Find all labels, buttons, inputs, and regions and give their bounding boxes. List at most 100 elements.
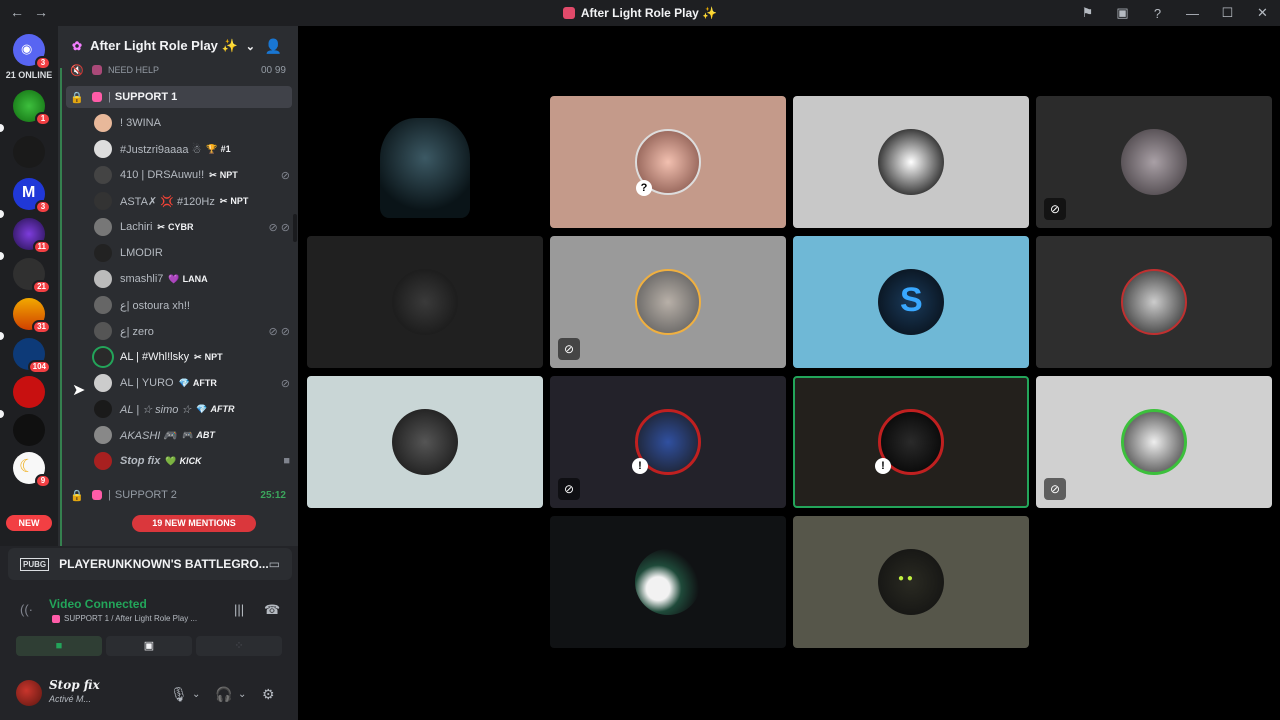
video-tile[interactable] bbox=[307, 376, 543, 508]
camera-button[interactable]: ■ bbox=[16, 636, 102, 656]
flag-icon[interactable]: ⚑ bbox=[1070, 5, 1105, 21]
video-tile-speaking[interactable]: ! bbox=[793, 376, 1029, 508]
noise-suppression-icon[interactable]: ||| bbox=[234, 602, 244, 617]
minimize-icon[interactable]: — bbox=[1175, 6, 1210, 21]
role-tag: 💚 KICK bbox=[165, 455, 202, 467]
forward-arrow-icon[interactable]: → bbox=[34, 4, 48, 20]
voice-user[interactable]: ASTA✗ 💢 #120Hz ✂ NPT bbox=[94, 189, 290, 213]
headphones-icon[interactable]: 🎧 bbox=[215, 686, 232, 703]
avatar bbox=[94, 270, 112, 288]
microphone-icon[interactable]: 🎙 bbox=[170, 686, 188, 703]
video-tile[interactable] bbox=[550, 516, 786, 648]
voice-user[interactable]: ! 3WINA bbox=[94, 111, 290, 135]
screen-share-button[interactable]: ▣ bbox=[106, 636, 192, 656]
help-icon[interactable]: ? bbox=[1140, 6, 1175, 21]
video-tile[interactable]: ● ● bbox=[793, 516, 1029, 648]
voice-user[interactable]: 410 | DRSAuwu!! ✂ NPT ⊘ bbox=[94, 163, 290, 187]
avatar bbox=[635, 549, 701, 615]
screen-share-icon: ▣ bbox=[143, 640, 155, 652]
video-tile[interactable]: ⊘ bbox=[550, 236, 786, 368]
voice-user[interactable]: #Justzri9aaaa ☃ 🏆 #1 bbox=[94, 137, 290, 161]
signal-icon: ((· bbox=[20, 602, 33, 617]
guild-icon[interactable]: 31 bbox=[13, 298, 51, 334]
server-name: After Light Role Play ✨ bbox=[90, 38, 238, 53]
moon-icon: ☾ bbox=[19, 456, 36, 476]
voice-user[interactable]: AL | #Whl!lsky ✂ NPT bbox=[94, 345, 290, 369]
mouse-cursor-icon: ➤ bbox=[72, 382, 86, 399]
video-tile[interactable]: ? bbox=[550, 96, 786, 228]
channel-sidebar: ✿ After Light Role Play ✨ ⌄ 👤 🔇 NEED HEL… bbox=[58, 26, 298, 546]
video-tile[interactable]: ⊘ bbox=[1036, 96, 1272, 228]
guild-icon[interactable]: M3 bbox=[13, 178, 51, 214]
voice-user[interactable]: Lachiri ✂ CYBR ⊘ ⊘ bbox=[94, 215, 290, 239]
chevron-down-icon[interactable]: ⌄ bbox=[192, 689, 200, 700]
voice-user[interactable]: LMODIR bbox=[94, 241, 290, 265]
channel-need-help[interactable]: 🔇 NEED HELP 00 99 bbox=[66, 59, 292, 81]
back-arrow-icon[interactable]: ← bbox=[10, 4, 24, 20]
speaker-icon: 🔇 bbox=[70, 64, 84, 77]
avatar bbox=[94, 296, 112, 314]
game-activity[interactable]: PUBG PLAYERUNKNOWN'S BATTLEGRO... ▭ bbox=[8, 548, 292, 580]
avatar bbox=[392, 269, 458, 335]
avatar bbox=[1121, 409, 1187, 475]
avatar bbox=[94, 192, 112, 210]
guild-icon[interactable] bbox=[13, 376, 45, 408]
channel-support-1[interactable]: 🔒 | SUPPORT 1 bbox=[66, 86, 292, 108]
unread-pill bbox=[0, 252, 4, 260]
connection-location[interactable]: SUPPORT 1 / After Light Role Play ... bbox=[52, 614, 197, 623]
game-name: PLAYERUNKNOWN'S BATTLEGRO... bbox=[59, 557, 269, 571]
guild-icon[interactable]: ☾ 9 bbox=[13, 452, 51, 488]
voice-user[interactable]: AL | ☆ simo ☆ 💎 AFTR bbox=[94, 397, 290, 421]
inbox-icon[interactable]: ▣ bbox=[1105, 5, 1140, 21]
guild-icon[interactable]: 21 bbox=[13, 258, 51, 294]
channel-support-2[interactable]: 🔒 | SUPPORT 2 25:12 bbox=[66, 484, 292, 506]
voice-user[interactable]: smashli7 💜 LANA bbox=[94, 267, 290, 291]
disconnect-icon[interactable]: ☎ bbox=[264, 602, 280, 618]
discord-home-icon[interactable]: ◉ 3 bbox=[13, 34, 51, 70]
muted-icon: ⊘ bbox=[1044, 478, 1066, 500]
guild-icon[interactable]: 104 bbox=[13, 338, 51, 374]
alert-badge-icon: ! bbox=[875, 458, 891, 474]
settings-gear-icon[interactable]: ⚙ bbox=[262, 686, 275, 703]
voice-user[interactable]: Stop fix 💚 KICK ■ bbox=[94, 449, 290, 473]
video-tile[interactable]: ⊘ bbox=[1036, 376, 1272, 508]
guild-icon[interactable]: 1 bbox=[13, 90, 51, 126]
new-mentions-pill[interactable]: 19 NEW MENTIONS bbox=[132, 515, 256, 532]
deafened-icon: ⊘ bbox=[558, 478, 580, 500]
video-tile[interactable] bbox=[1036, 236, 1272, 368]
role-tag: 💎 AFTR bbox=[178, 377, 217, 389]
voice-user[interactable]: ع| zero ⊘ ⊘ bbox=[94, 319, 290, 343]
stream-game-icon[interactable]: ▭ bbox=[269, 557, 280, 571]
scrollbar-thumb[interactable] bbox=[293, 214, 297, 242]
video-tile[interactable] bbox=[307, 236, 543, 368]
guild-icon[interactable] bbox=[13, 136, 45, 168]
close-icon[interactable]: ✕ bbox=[1245, 5, 1280, 21]
voice-user[interactable]: AL | YURO 💎 AFTR ⊘ bbox=[94, 371, 290, 395]
channel-emoji-icon bbox=[92, 92, 102, 102]
role-tag: 🎮 ABT bbox=[182, 429, 215, 441]
channel-emoji-icon bbox=[92, 65, 102, 75]
invite-people-icon[interactable]: 👤 bbox=[265, 38, 282, 55]
window-controls: ⚑ ▣ ? — ☐ ✕ bbox=[1070, 0, 1280, 26]
video-tile[interactable] bbox=[307, 96, 543, 228]
avatar: ● ● bbox=[878, 549, 944, 615]
video-tile[interactable]: ! ⊘ bbox=[550, 376, 786, 508]
channel-timer: 25:12 bbox=[260, 489, 286, 501]
activities-button[interactable]: ⁘ bbox=[196, 636, 282, 656]
role-tag: ✂ CYBR bbox=[157, 221, 194, 233]
avatar[interactable] bbox=[16, 680, 42, 706]
connection-status[interactable]: Video Connected bbox=[49, 597, 147, 611]
video-tile[interactable]: S bbox=[793, 236, 1029, 368]
new-unreads-pill[interactable]: NEW bbox=[6, 515, 52, 531]
guild-icon[interactable]: 11 bbox=[13, 218, 51, 254]
user-status: Activé M... bbox=[49, 694, 92, 704]
user-name[interactable]: Stop fix bbox=[49, 678, 100, 692]
voice-user[interactable]: ع| ostoura xh!! bbox=[94, 293, 290, 317]
voice-user[interactable]: AKASHI 🎮 🎮 ABT bbox=[94, 423, 290, 447]
video-tile[interactable] bbox=[793, 96, 1029, 228]
guild-icon[interactable] bbox=[13, 414, 45, 446]
guild-rail: ◉ 3 21 ONLINE 1 M3 11 21 31 104 ☾ 9 NEW bbox=[0, 26, 58, 546]
deafened-icon: ⊘ bbox=[280, 377, 290, 390]
chevron-down-icon[interactable]: ⌄ bbox=[238, 689, 246, 700]
maximize-icon[interactable]: ☐ bbox=[1210, 5, 1245, 21]
